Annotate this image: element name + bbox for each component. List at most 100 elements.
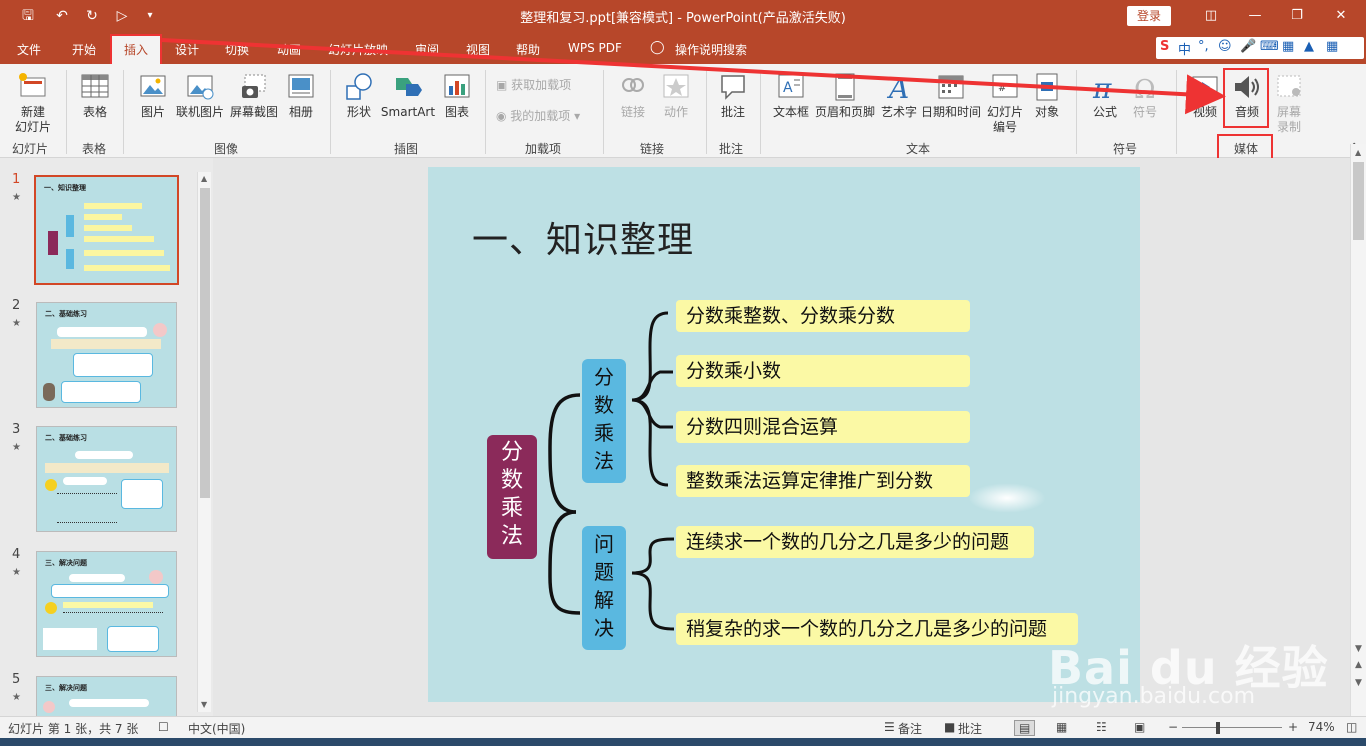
album-button[interactable]: 相册 xyxy=(284,72,318,120)
tab-help[interactable]: 帮助 xyxy=(516,41,540,58)
scrollbar-thumb[interactable] xyxy=(1353,162,1364,240)
microphone-icon[interactable]: 🎤 xyxy=(1240,39,1256,54)
screenshot-button[interactable]: 屏幕截图 xyxy=(228,72,280,120)
apps-icon[interactable]: ▦ xyxy=(1326,39,1338,54)
object-button[interactable]: 对象 xyxy=(1030,72,1064,120)
equation-label: 公式 xyxy=(1092,105,1117,119)
thumbnail-5[interactable]: 三、解决问题 xyxy=(36,676,177,716)
slideshow-view-icon[interactable]: ▣ xyxy=(1134,720,1145,734)
accessibility-icon[interactable]: ☐ xyxy=(158,720,169,734)
previous-slide-icon[interactable]: ▲ xyxy=(1355,660,1362,670)
scroll-up-icon[interactable]: ▲ xyxy=(201,174,207,183)
zoom-out-icon[interactable]: − xyxy=(1168,720,1178,734)
scroll-down-icon[interactable]: ▼ xyxy=(1355,644,1362,654)
mindmap-branch-problem-solving[interactable]: 问题解决 xyxy=(582,526,626,650)
zoom-level[interactable]: 74% xyxy=(1308,720,1335,734)
punctuation-icon[interactable]: °, xyxy=(1198,39,1209,54)
link-button[interactable]: 链接 xyxy=(616,72,650,120)
thumb-line xyxy=(63,602,153,608)
new-slide-button[interactable]: 新建 幻灯片 xyxy=(10,72,56,135)
mindmap-branch-calculation[interactable]: 分数乘法 xyxy=(582,359,626,483)
wordart-button[interactable]: A 艺术字 xyxy=(880,72,918,120)
tell-me-search[interactable]: 操作说明搜索 xyxy=(675,41,747,58)
maximize-button[interactable]: ❐ xyxy=(1282,6,1312,26)
my-addins-button[interactable]: ◉ 我的加载项 ▾ xyxy=(496,109,580,124)
mindmap-root-box[interactable]: 分数乘法 xyxy=(487,435,537,559)
zoom-slider-handle[interactable] xyxy=(1216,722,1220,734)
textbox-button[interactable]: A 文本框 xyxy=(772,72,810,120)
get-addins-button[interactable]: ▣ 获取加载项 xyxy=(496,78,571,93)
tab-insert[interactable]: 插入 xyxy=(110,34,162,64)
online-picture-button[interactable]: 联机图片 xyxy=(174,72,226,120)
reading-view-icon[interactable]: ☷ xyxy=(1096,720,1107,734)
zoom-in-icon[interactable]: + xyxy=(1288,720,1298,734)
video-button[interactable]: 视频 xyxy=(1188,72,1222,120)
smartart-button[interactable]: SmartArt xyxy=(380,72,436,120)
screenshot-label: 屏幕截图 xyxy=(229,105,278,119)
table-button[interactable]: 表格 xyxy=(76,72,114,120)
glow-decoration xyxy=(968,483,1046,513)
close-button[interactable]: ✕ xyxy=(1326,6,1356,26)
slide-scrollbar[interactable]: ▲ ▼ ▲ ▼ xyxy=(1350,144,1366,716)
header-footer-icon xyxy=(830,72,860,102)
scrollbar-thumb[interactable] xyxy=(200,188,210,498)
grid-icon[interactable]: ▦ xyxy=(1282,39,1294,54)
mindmap-item[interactable]: 整数乘法运算定律推广到分数 xyxy=(676,465,970,497)
separator xyxy=(706,70,707,154)
comment-button[interactable]: 批注 xyxy=(716,72,750,120)
normal-view-icon[interactable]: ▤ xyxy=(1014,720,1036,736)
mindmap-item[interactable]: 分数四则混合运算 xyxy=(676,411,970,443)
tab-view[interactable]: 视图 xyxy=(466,41,490,58)
mindmap-item[interactable]: 稍复杂的求一个数的几分之几是多少的问题 xyxy=(676,613,1078,645)
thumb-bubble xyxy=(121,479,163,509)
next-slide-icon[interactable]: ▼ xyxy=(1355,678,1362,688)
ime-chinese-icon[interactable]: 中 xyxy=(1178,39,1191,58)
tab-transitions[interactable]: 切换 xyxy=(225,41,249,58)
screen-recording-button[interactable]: 屏幕 录制 xyxy=(1272,72,1306,135)
tab-review[interactable]: 审阅 xyxy=(415,41,439,58)
shapes-button[interactable]: 形状 xyxy=(342,72,376,120)
slide-sorter-icon[interactable]: ▦ xyxy=(1056,720,1067,734)
slide-canvas[interactable]: 一、知识整理 分数乘法 分数乘法 问题解决 分数乘整数、分数乘分数 分数乘小数 … xyxy=(428,167,1140,702)
mindmap-item[interactable]: 分数乘小数 xyxy=(676,355,970,387)
symbol-button[interactable]: Ω 符号 xyxy=(1130,72,1160,120)
shirt-icon[interactable]: ▲ xyxy=(1304,39,1314,54)
fit-slide-icon[interactable]: ◫ xyxy=(1346,720,1357,734)
tab-file[interactable]: 文件 xyxy=(17,41,41,58)
tab-wps-pdf[interactable]: WPS PDF xyxy=(568,41,622,55)
tab-slideshow[interactable]: 幻灯片放映 xyxy=(328,41,388,58)
header-footer-button[interactable]: 页眉和页脚 xyxy=(814,72,876,120)
thumbnail-1[interactable]: 一、知识整理 xyxy=(34,175,179,285)
scroll-down-icon[interactable]: ▼ xyxy=(201,700,207,709)
chevron-down-icon: ▾ xyxy=(570,109,581,123)
sogou-icon[interactable]: S xyxy=(1160,39,1169,54)
thumbnail-4[interactable]: 三、解决问题 xyxy=(36,551,177,657)
thumb-branch-box xyxy=(66,249,74,269)
mindmap-item[interactable]: 分数乘整数、分数乘分数 xyxy=(676,300,970,332)
language-indicator[interactable]: 中文(中国) xyxy=(188,720,245,737)
chart-button[interactable]: 图表 xyxy=(440,72,474,120)
thumbnail-3[interactable]: 二、基础练习 xyxy=(36,426,177,532)
thumbnail-2[interactable]: 二、基础练习 xyxy=(36,302,177,408)
equation-button[interactable]: π 公式 xyxy=(1090,72,1120,120)
emoji-icon[interactable]: ☺ xyxy=(1218,39,1232,54)
symbol-label: 符号 xyxy=(1132,105,1157,119)
thumbnail-scrollbar[interactable]: ▲ ▼ xyxy=(197,172,211,712)
picture-button[interactable]: 图片 xyxy=(136,72,170,120)
login-button[interactable]: 登录 xyxy=(1127,6,1171,26)
tab-animations[interactable]: 动画 xyxy=(277,41,301,58)
zoom-slider-track[interactable] xyxy=(1182,727,1282,728)
scroll-up-icon[interactable]: ▲ xyxy=(1355,148,1361,157)
ribbon-display-icon[interactable]: ◫ xyxy=(1196,6,1226,26)
datetime-button[interactable]: 日期和时间 xyxy=(920,72,982,120)
minimize-button[interactable]: — xyxy=(1240,6,1270,26)
notes-button[interactable]: 备注 xyxy=(898,720,922,737)
slide-number-button[interactable]: # 幻灯片 编号 xyxy=(986,72,1024,135)
comments-button[interactable]: 批注 xyxy=(958,720,982,737)
action-button[interactable]: 动作 xyxy=(656,72,696,120)
tab-home[interactable]: 开始 xyxy=(72,41,96,58)
tab-design[interactable]: 设计 xyxy=(175,41,199,58)
keyboard-icon[interactable]: ⌨ xyxy=(1260,39,1279,54)
thumb-line xyxy=(84,265,170,271)
mindmap-item[interactable]: 连续求一个数的几分之几是多少的问题 xyxy=(676,526,1034,558)
